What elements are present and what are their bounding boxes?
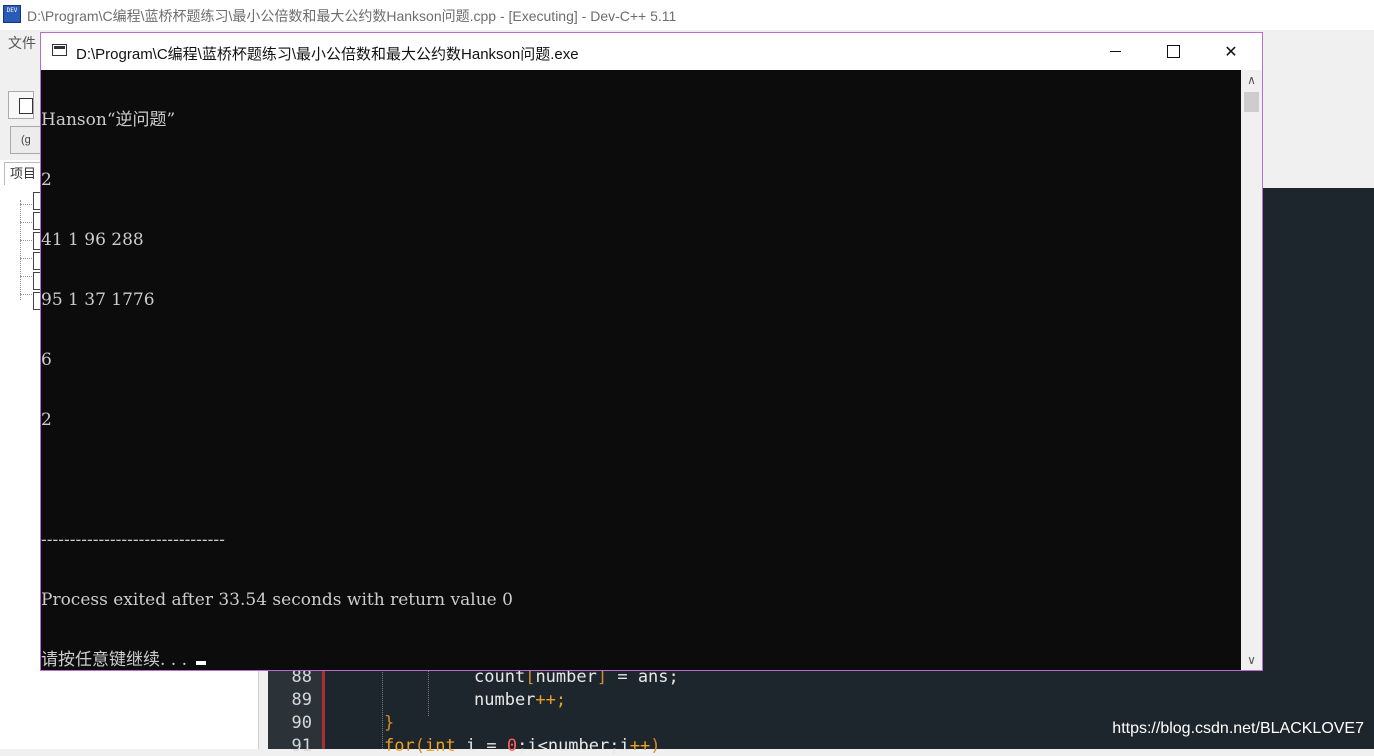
code-token: ) (650, 736, 661, 756)
tree-guide (20, 200, 21, 300)
output-separator: -------------------------------- (41, 530, 225, 550)
line-number: 91 (291, 736, 312, 756)
ide-window-title: D:\Program\C编程\蓝桥杯题练习\最小公倍数和最大公约数Hankson… (27, 8, 677, 24)
minimize-icon (1109, 51, 1121, 52)
press-any-key-prompt: 请按任意键继续. . . (41, 650, 193, 670)
console-titlebar[interactable]: D:\Program\C编程\蓝桥杯题练习\最小公倍数和最大公约数Hankson… (41, 33, 1262, 70)
line-number: 90 (291, 713, 312, 733)
code-line[interactable]: } (384, 713, 394, 733)
output-line: 41 1 96 288 (41, 230, 144, 250)
code-token: ( (414, 736, 425, 756)
output-line: 95 1 37 1776 (41, 290, 155, 310)
scroll-up-arrow-icon[interactable]: ∧ (1241, 70, 1262, 90)
console-output-area[interactable]: Hanson“逆问题” 2 41 1 96 288 95 1 37 1776 6… (41, 70, 1241, 670)
scroll-down-arrow-icon[interactable]: ∨ (1241, 650, 1262, 670)
text-cursor (196, 661, 207, 665)
close-icon: ✕ (1224, 42, 1238, 61)
tree-branch (20, 222, 34, 223)
code-token: i = (455, 736, 507, 756)
scrollbar-thumb[interactable] (1244, 92, 1259, 112)
code-token: ++ (629, 736, 651, 756)
output-line: Hanson“逆问题” (41, 110, 176, 130)
minimize-button[interactable] (1086, 33, 1144, 70)
watermark-url: https://blog.csdn.net/BLACKLOVE7 (1112, 720, 1364, 737)
console-output: Hanson“逆问题” 2 41 1 96 288 95 1 37 1776 6… (41, 70, 513, 710)
code-token: int (424, 736, 456, 756)
tree-branch (20, 294, 34, 295)
console-app-icon (52, 44, 67, 56)
maximize-icon (1166, 45, 1180, 58)
code-token: ;i<number;i (517, 736, 630, 756)
output-line: 2 (41, 410, 52, 430)
new-file-icon (19, 98, 33, 114)
press-any-key-line: 请按任意键继续. . . (41, 650, 513, 670)
code-token: 0 (506, 736, 518, 756)
code-token: } (384, 713, 395, 733)
code-token: for (384, 736, 415, 756)
new-file-button[interactable] (8, 91, 34, 119)
tree-branch (20, 276, 34, 277)
vertical-scrollbar[interactable]: ∧ ∨ (1241, 70, 1262, 670)
devcpp-app-icon: DEV (3, 5, 21, 23)
menu-file[interactable]: 文件 (8, 33, 36, 53)
maximize-button[interactable] (1144, 33, 1202, 70)
tree-branch (20, 258, 34, 259)
output-line: 6 (41, 350, 52, 370)
console-window[interactable]: D:\Program\C编程\蓝桥杯题练习\最小公倍数和最大公约数Hankson… (40, 32, 1263, 671)
tab-project[interactable]: 项目 (4, 162, 42, 185)
code-line[interactable]: for(int i = 0;i<number;i++) (384, 736, 660, 756)
output-line: 2 (41, 170, 52, 190)
console-window-title: D:\Program\C编程\蓝桥杯题练习\最小公倍数和最大公约数Hankson… (76, 46, 579, 63)
code-token: ++; (535, 690, 567, 710)
tree-branch (20, 240, 34, 241)
tree-branch (20, 204, 34, 205)
process-exit-message: Process exited after 33.54 seconds with … (41, 590, 513, 610)
ide-titlebar: DEV D:\Program\C编程\蓝桥杯题练习\最小公倍数和最大公约数Han… (0, 0, 1374, 30)
close-button[interactable]: ✕ (1202, 33, 1260, 70)
